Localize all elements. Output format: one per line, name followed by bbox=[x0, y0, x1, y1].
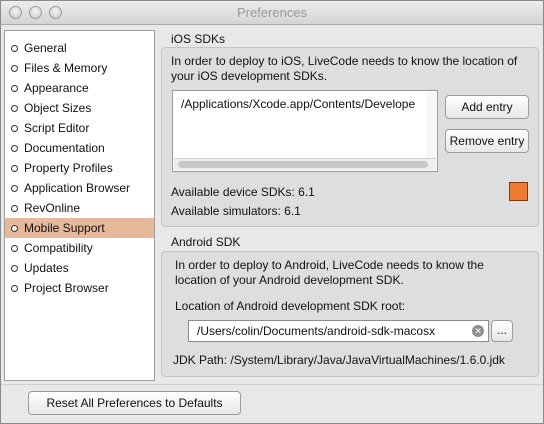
sidebar-item-revonline[interactable]: RevOnline bbox=[5, 198, 154, 218]
radio-bullet-icon bbox=[11, 165, 18, 172]
sidebar-item-label: Mobile Support bbox=[24, 221, 105, 235]
reset-preferences-button[interactable]: Reset All Preferences to Defaults bbox=[28, 391, 241, 415]
sidebar-item-label: RevOnline bbox=[24, 201, 81, 215]
ios-description: In order to deploy to iOS, LiveCode need… bbox=[171, 54, 517, 84]
available-simulators: Available simulators: 6.1 bbox=[171, 204, 301, 218]
sidebar-item-general[interactable]: General bbox=[5, 38, 154, 58]
sidebar-item-property-profiles[interactable]: Property Profiles bbox=[5, 158, 154, 178]
radio-bullet-icon bbox=[11, 245, 18, 252]
clear-icon[interactable]: ✕ bbox=[472, 325, 484, 337]
preferences-window: Preferences General Files & Memory Appea… bbox=[0, 0, 544, 424]
sidebar-item-label: Project Browser bbox=[24, 281, 109, 295]
radio-bullet-icon bbox=[11, 285, 18, 292]
sidebar-item-label: Application Browser bbox=[24, 181, 131, 195]
sidebar-item-compatibility[interactable]: Compatibility bbox=[5, 238, 154, 258]
radio-bullet-icon bbox=[11, 65, 18, 72]
sidebar-item-documentation[interactable]: Documentation bbox=[5, 138, 154, 158]
radio-bullet-icon bbox=[11, 45, 18, 52]
horizontal-scrollbar[interactable] bbox=[174, 158, 436, 170]
radio-bullet-icon bbox=[11, 145, 18, 152]
android-sdk-path-value: /Users/colin/Documents/android-sdk-macos… bbox=[197, 324, 436, 338]
sidebar-item-mobile-support[interactable]: Mobile Support bbox=[5, 218, 154, 238]
android-section-title: Android SDK bbox=[171, 235, 241, 249]
jdk-path: JDK Path: /System/Library/Java/JavaVirtu… bbox=[173, 353, 505, 367]
radio-bullet-icon bbox=[11, 205, 18, 212]
android-description: In order to deploy to Android, LiveCode … bbox=[175, 258, 484, 288]
sidebar-item-label: Object Sizes bbox=[24, 101, 92, 115]
sidebar-item-appearance[interactable]: Appearance bbox=[5, 78, 154, 98]
sidebar-item-label: Script Editor bbox=[24, 121, 90, 135]
radio-bullet-icon bbox=[11, 225, 18, 232]
sidebar-item-label: Appearance bbox=[24, 81, 89, 95]
add-entry-button[interactable]: Add entry bbox=[445, 95, 529, 119]
sidebar-item-application-browser[interactable]: Application Browser bbox=[5, 178, 154, 198]
sidebar-item-label: Files & Memory bbox=[24, 61, 108, 75]
sidebar-item-label: Updates bbox=[24, 261, 69, 275]
window-title: Preferences bbox=[236, 5, 308, 20]
android-sdk-root-label: Location of Android development SDK root… bbox=[175, 299, 406, 313]
android-description-line: In order to deploy to Android, LiveCode … bbox=[175, 258, 484, 272]
title-bar: Preferences bbox=[1, 1, 543, 25]
available-device-sdks: Available device SDKs: 6.1 bbox=[171, 185, 315, 199]
browse-button[interactable]: ... bbox=[491, 320, 513, 342]
sdk-status-indicator bbox=[509, 182, 528, 201]
footer-bar: Reset All Preferences to Defaults bbox=[1, 384, 543, 424]
list-item[interactable]: /Applications/Xcode.app/Contents/Develop… bbox=[181, 97, 415, 111]
sidebar-item-label: Property Profiles bbox=[24, 161, 113, 175]
sidebar-item-script-editor[interactable]: Script Editor bbox=[5, 118, 154, 138]
sidebar-item-files-memory[interactable]: Files & Memory bbox=[5, 58, 154, 78]
vertical-scrollbar[interactable] bbox=[426, 92, 436, 158]
preferences-sidebar: General Files & Memory Appearance Object… bbox=[4, 30, 155, 381]
ios-sdk-list[interactable]: /Applications/Xcode.app/Contents/Develop… bbox=[172, 90, 438, 172]
sidebar-item-label: General bbox=[24, 41, 67, 55]
ios-section-title: iOS SDKs bbox=[171, 32, 226, 46]
sidebar-item-label: Documentation bbox=[24, 141, 105, 155]
sidebar-item-label: Compatibility bbox=[24, 241, 93, 255]
radio-bullet-icon bbox=[11, 105, 18, 112]
sidebar-item-project-browser[interactable]: Project Browser bbox=[5, 278, 154, 298]
scroll-thumb[interactable] bbox=[178, 161, 428, 168]
remove-entry-button[interactable]: Remove entry bbox=[445, 129, 529, 153]
ios-description-line: your iOS development SDKs. bbox=[171, 69, 328, 83]
android-sdk-path-input[interactable]: /Users/colin/Documents/android-sdk-macos… bbox=[188, 320, 489, 342]
ios-description-line: In order to deploy to iOS, LiveCode need… bbox=[171, 54, 518, 68]
sidebar-item-object-sizes[interactable]: Object Sizes bbox=[5, 98, 154, 118]
radio-bullet-icon bbox=[11, 185, 18, 192]
android-description-line: location of your Android development SDK… bbox=[175, 273, 404, 287]
radio-bullet-icon bbox=[11, 85, 18, 92]
radio-bullet-icon bbox=[11, 125, 18, 132]
radio-bullet-icon bbox=[11, 265, 18, 272]
sidebar-item-updates[interactable]: Updates bbox=[5, 258, 154, 278]
